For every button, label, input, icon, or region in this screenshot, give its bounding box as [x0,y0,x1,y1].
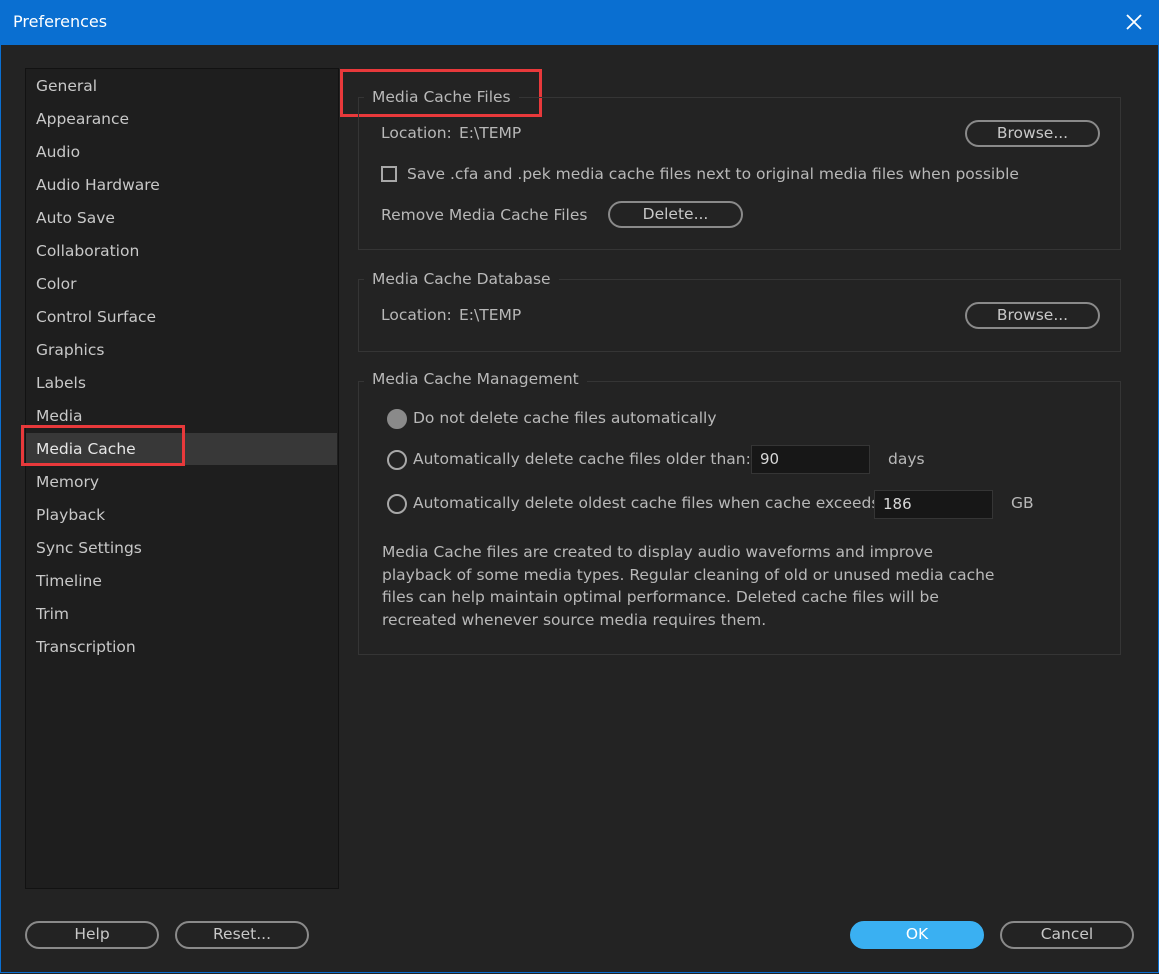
sidebar-item-control-surface[interactable]: Control Surface [26,301,337,333]
category-sidebar: General Appearance Audio Audio Hardware … [25,68,339,889]
files-browse-button[interactable]: Browse... [965,120,1100,147]
radio-do-not-delete[interactable] [387,409,407,429]
sidebar-item-playback[interactable]: Playback [26,499,337,531]
sidebar-item-trim[interactable]: Trim [26,598,337,630]
ok-button[interactable]: OK [850,921,984,949]
sidebar-item-labels[interactable]: Labels [26,367,337,399]
remove-cache-label: Remove Media Cache Files [381,206,588,224]
sidebar-item-sync-settings[interactable]: Sync Settings [26,532,337,564]
help-button[interactable]: Help [25,921,159,949]
radio-delete-oldest-exceeds[interactable] [387,494,407,514]
sidebar-item-auto-save[interactable]: Auto Save [26,202,337,234]
sidebar-item-timeline[interactable]: Timeline [26,565,337,597]
sidebar-item-general[interactable]: General [26,70,337,102]
media-cache-management-legend: Media Cache Management [364,370,587,388]
sidebar-item-memory[interactable]: Memory [26,466,337,498]
sidebar-item-collaboration[interactable]: Collaboration [26,235,337,267]
sidebar-item-media[interactable]: Media [26,400,337,432]
media-cache-files-legend: Media Cache Files [364,88,519,106]
sidebar-item-transcription[interactable]: Transcription [26,631,337,663]
radio-do-not-delete-label: Do not delete cache files automatically [413,409,717,427]
radio-delete-older-than-label: Automatically delete cache files older t… [413,450,751,468]
sidebar-item-audio-hardware[interactable]: Audio Hardware [26,169,337,201]
sidebar-item-graphics[interactable]: Graphics [26,334,337,366]
files-location-label: Location: [381,124,452,142]
window-title: Preferences [13,12,108,31]
cancel-button[interactable]: Cancel [1000,921,1134,949]
database-location-value: E:\TEMP [459,306,522,324]
older-than-unit-label: days [888,450,925,468]
cache-size-limit-input[interactable]: 186 [874,490,993,519]
media-cache-database-legend: Media Cache Database [364,270,559,288]
database-location-label: Location: [381,306,452,324]
sidebar-item-appearance[interactable]: Appearance [26,103,337,135]
sidebar-item-audio[interactable]: Audio [26,136,337,168]
radio-delete-older-than[interactable] [387,450,407,470]
media-cache-description: Media Cache files are created to display… [382,543,995,629]
save-next-to-media-label: Save .cfa and .pek media cache files nex… [407,165,1019,183]
sidebar-item-color[interactable]: Color [26,268,337,300]
files-location-value: E:\TEMP [459,124,522,142]
older-than-days-input[interactable]: 90 [751,445,870,474]
reset-button[interactable]: Reset... [175,921,309,949]
database-browse-button[interactable]: Browse... [965,302,1100,329]
cache-size-unit-label: GB [1011,494,1034,512]
radio-delete-oldest-exceeds-label: Automatically delete oldest cache files … [413,494,885,512]
title-bar: Preferences [0,0,1159,45]
delete-cache-button[interactable]: Delete... [608,201,743,228]
close-icon[interactable] [1121,9,1147,35]
sidebar-item-media-cache[interactable]: Media Cache [26,433,337,465]
save-next-to-media-checkbox[interactable] [381,166,397,182]
